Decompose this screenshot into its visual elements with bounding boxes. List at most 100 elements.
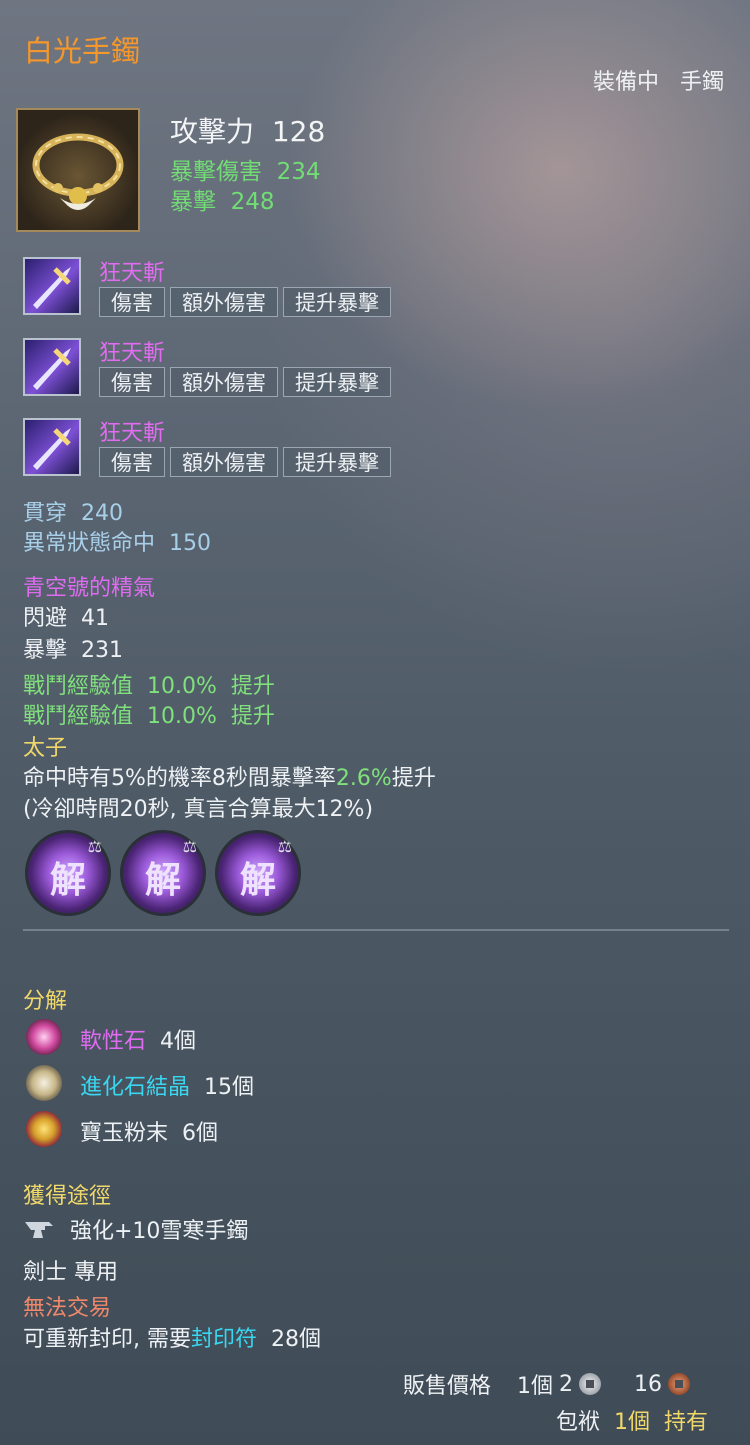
skill-tag: 提升暴擊 <box>283 287 391 317</box>
skill-icon <box>23 257 81 315</box>
divider <box>23 929 729 931</box>
sell-label: 販售價格 <box>403 1374 492 1399</box>
silver-coin-icon <box>579 1373 602 1395</box>
copper-amount: 16 <box>634 1371 662 1397</box>
gem-glyph: 解 <box>239 860 276 901</box>
crit-stat: 暴擊 248 <box>170 182 275 216</box>
gem-icon[interactable]: 解 ⚖ <box>120 830 206 916</box>
material-name: 進化石結晶 <box>80 1075 191 1100</box>
skill-tag: 傷害 <box>99 367 165 397</box>
stat-value: 41 <box>81 606 110 631</box>
copper-coin-icon <box>668 1373 690 1395</box>
inventory-status: 持有 <box>663 1410 708 1435</box>
inventory-info: 包袱 1個 持有 <box>556 1404 708 1436</box>
acquire-method: 強化+10雪寒手鐲 <box>70 1219 249 1244</box>
skill-tag: 提升暴擊 <box>283 367 391 397</box>
sell-unit: 1個 <box>517 1374 554 1399</box>
stat-value: 231 <box>81 638 124 663</box>
inventory-label: 包袱 <box>555 1410 600 1435</box>
material-row: 軟性石 4個 <box>80 1023 196 1055</box>
stat-value: 10.0% <box>147 704 217 729</box>
stat-value: 10.0% <box>147 674 217 699</box>
skill-tags: 傷害 額外傷害 提升暴擊 <box>99 287 391 317</box>
crit-damage-stat: 暴擊傷害 234 <box>170 152 321 186</box>
set-stat: 暴擊 231 <box>23 632 123 664</box>
reseal-count: 28個 <box>271 1327 322 1352</box>
gem-glyph: 解 <box>144 860 181 901</box>
set-stat: 閃避 41 <box>23 600 109 632</box>
stat-suffix: 提升 <box>230 704 275 729</box>
stat-label: 異常狀態命中 <box>23 531 156 556</box>
material-count: 6個 <box>182 1121 219 1146</box>
equip-status: 裝備中 手鐲 <box>593 64 724 96</box>
effect-text: 命中時有5%的機率8秒間暴擊率 <box>23 766 336 791</box>
reseal-item: 封印符 <box>191 1327 258 1352</box>
stat-label: 閃避 <box>23 606 68 631</box>
gem-icon[interactable]: 解 ⚖ <box>215 830 301 916</box>
stat-value: 240 <box>81 501 124 526</box>
skill-name: 狂天斬 <box>99 341 166 366</box>
sell-price: 販售價格 1個 2 16 <box>403 1368 690 1400</box>
skill-tags: 傷害 額外傷害 提升暴擊 <box>99 447 391 477</box>
item-name: 白光手鐲 <box>24 34 141 68</box>
stat-label: 戰鬥經驗值 <box>23 704 134 729</box>
gem-glyph: 解 <box>49 860 86 901</box>
stat-value: 234 <box>276 159 321 185</box>
evolution-crystal-icon <box>26 1065 62 1101</box>
effect-text: 提升 <box>391 766 436 791</box>
skill-tags: 傷害 額外傷害 提升暴擊 <box>99 367 391 397</box>
stat-label: 暴擊 <box>170 189 216 215</box>
slot-label: 手鐲 <box>679 70 724 95</box>
material-name: 寶玉粉末 <box>80 1121 169 1146</box>
set-name: 青空號的精氣 <box>23 576 156 601</box>
effect-value: 2.6% <box>335 766 392 791</box>
attack-stat: 攻擊力 128 <box>170 110 325 150</box>
attack-value: 128 <box>271 115 326 148</box>
scale-icon: ⚖ <box>182 837 197 856</box>
skill-tag: 額外傷害 <box>170 447 278 477</box>
bracelet-icon <box>16 108 140 232</box>
exp-bonus: 戰鬥經驗值 10.0% 提升 <box>23 668 275 700</box>
stat-suffix: 提升 <box>230 674 275 699</box>
effect-name: 太子 <box>23 736 68 761</box>
inventory-count: 1個 <box>613 1410 650 1435</box>
scale-icon: ⚖ <box>277 837 292 856</box>
reseal-text: 可重新封印, 需要 <box>23 1327 191 1352</box>
trade-status: 無法交易 <box>23 1296 112 1321</box>
skill-tag: 額外傷害 <box>170 287 278 317</box>
decompose-title: 分解 <box>23 989 68 1014</box>
skill-tag: 傷害 <box>99 287 165 317</box>
attack-label: 攻擊力 <box>170 115 255 148</box>
skill-icon <box>23 338 81 396</box>
skill-tag: 額外傷害 <box>170 367 278 397</box>
soft-stone-icon <box>26 1019 62 1055</box>
skill-name: 狂天斬 <box>99 261 166 286</box>
skill-tag: 傷害 <box>99 447 165 477</box>
material-count: 15個 <box>204 1075 255 1100</box>
class-restriction: 劍士 專用 <box>23 1260 118 1285</box>
jade-powder-icon <box>26 1111 62 1147</box>
acquire-title: 獲得途徑 <box>23 1184 112 1209</box>
pierce-stat: 貫穿 240 <box>23 495 123 527</box>
stat-label: 貫穿 <box>23 501 68 526</box>
reseal-info: 可重新封印, 需要封印符 28個 <box>23 1321 321 1353</box>
gem-icon[interactable]: 解 ⚖ <box>25 830 111 916</box>
effect-cooldown: (冷卻時間20秒, 真言合算最大12%) <box>23 797 374 822</box>
material-row: 進化石結晶 15個 <box>80 1069 254 1101</box>
effect-description: 命中時有5%的機率8秒間暴擊率2.6%提升 <box>23 760 436 792</box>
anvil-icon <box>23 1218 55 1240</box>
material-row: 寶玉粉末 6個 <box>80 1115 218 1147</box>
stat-label: 暴擊 <box>23 638 68 663</box>
skill-icon <box>23 418 81 476</box>
skill-name: 狂天斬 <box>99 421 166 446</box>
scale-icon: ⚖ <box>87 837 102 856</box>
material-name: 軟性石 <box>80 1029 147 1054</box>
exp-bonus: 戰鬥經驗值 10.0% 提升 <box>23 698 275 730</box>
equip-state-label: 裝備中 <box>592 70 659 95</box>
stat-value: 248 <box>230 189 275 215</box>
stat-label: 戰鬥經驗值 <box>23 674 134 699</box>
status-hit-stat: 異常狀態命中 150 <box>23 525 211 557</box>
stat-value: 150 <box>169 531 212 556</box>
material-count: 4個 <box>160 1029 197 1054</box>
silver-amount: 2 <box>559 1371 574 1397</box>
